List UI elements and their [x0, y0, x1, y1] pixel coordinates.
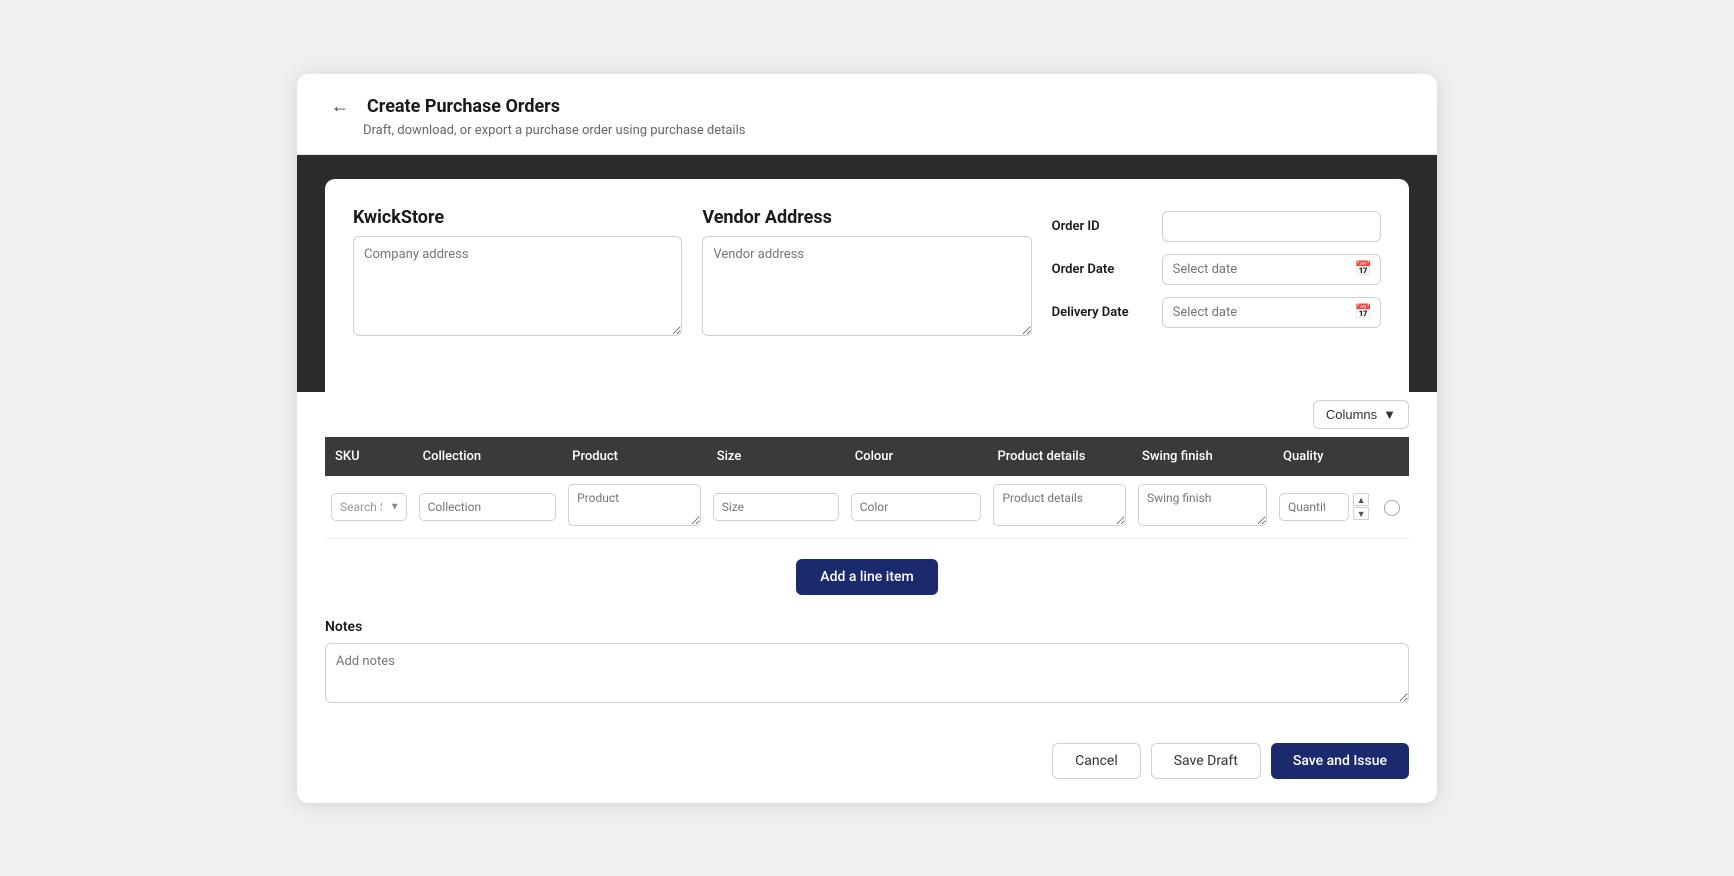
cell-colour	[845, 476, 988, 539]
order-date-label: Order Date	[1052, 262, 1152, 277]
columns-label: Columns	[1326, 407, 1377, 422]
cell-collection	[413, 476, 563, 539]
vendor-section: Vendor Address	[702, 207, 1031, 340]
delivery-date-row: Delivery Date 📅	[1052, 297, 1381, 328]
save-issue-button[interactable]: Save and Issue	[1271, 743, 1409, 779]
order-date-wrap: 📅	[1162, 254, 1381, 285]
product-input[interactable]	[568, 484, 701, 526]
columns-btn-row: Columns ▼	[325, 392, 1409, 437]
col-collection: Collection	[413, 437, 563, 476]
sku-select[interactable]: Search SKU	[331, 493, 407, 521]
dark-section: KwickStore Vendor Address Order ID Order…	[297, 155, 1437, 392]
inner-card: KwickStore Vendor Address Order ID Order…	[325, 179, 1409, 392]
company-address-input[interactable]	[353, 236, 682, 336]
form-top: KwickStore Vendor Address Order ID Order…	[353, 207, 1381, 340]
table-row: Search SKU ▼	[325, 476, 1409, 539]
main-card: ← Create Purchase Orders Draft, download…	[297, 74, 1437, 803]
cell-delete: ◯	[1375, 476, 1409, 539]
delivery-date-wrap: 📅	[1162, 297, 1381, 328]
quantity-wrap: ▲ ▼	[1279, 493, 1369, 521]
page-title: Create Purchase Orders	[367, 96, 560, 117]
chevron-down-icon: ▼	[1383, 407, 1396, 422]
delete-row-button[interactable]: ◯	[1381, 495, 1403, 519]
add-line-row: Add a line item	[325, 539, 1409, 603]
table-header-row: SKU Collection Product Size Colour Produ…	[325, 437, 1409, 476]
columns-button[interactable]: Columns ▼	[1313, 400, 1409, 429]
cancel-button[interactable]: Cancel	[1052, 743, 1141, 779]
col-product-details: Product details	[987, 437, 1132, 476]
save-draft-button[interactable]: Save Draft	[1151, 743, 1261, 779]
page-subtitle: Draft, download, or export a purchase or…	[363, 123, 1409, 138]
notes-input[interactable]	[325, 643, 1409, 703]
cell-swing-finish	[1132, 476, 1273, 539]
product-details-input[interactable]	[993, 484, 1126, 526]
cell-sku: Search SKU ▼	[325, 476, 413, 539]
line-items-table: SKU Collection Product Size Colour Produ…	[325, 437, 1409, 539]
col-product: Product	[562, 437, 707, 476]
company-name: KwickStore	[353, 207, 682, 228]
col-actions	[1375, 437, 1409, 476]
order-details-section: Order ID Order Date 📅 Delivery Date	[1052, 207, 1381, 340]
footer-row: Cancel Save Draft Save and Issue	[297, 727, 1437, 803]
quantity-decrement-btn[interactable]: ▼	[1353, 507, 1369, 520]
page-header: ← Create Purchase Orders Draft, download…	[297, 74, 1437, 155]
add-line-item-button[interactable]: Add a line item	[796, 559, 937, 595]
delivery-date-label: Delivery Date	[1052, 305, 1152, 320]
cell-quantity: ▲ ▼	[1273, 476, 1375, 539]
col-size: Size	[707, 437, 845, 476]
order-date-input[interactable]	[1162, 254, 1381, 285]
size-input[interactable]	[713, 493, 839, 521]
col-sku: SKU	[325, 437, 413, 476]
order-id-input[interactable]	[1162, 211, 1381, 242]
table-section: Columns ▼ SKU Collection Product Size Co…	[297, 392, 1437, 603]
sku-select-wrap: Search SKU ▼	[331, 493, 407, 521]
swing-finish-input[interactable]	[1138, 484, 1267, 526]
delivery-date-input[interactable]	[1162, 297, 1381, 328]
col-colour: Colour	[845, 437, 988, 476]
col-swing-finish: Swing finish	[1132, 437, 1273, 476]
cell-product	[562, 476, 707, 539]
quantity-spinners: ▲ ▼	[1353, 493, 1369, 520]
company-section: KwickStore	[353, 207, 682, 340]
collection-input[interactable]	[419, 493, 557, 521]
quantity-increment-btn[interactable]: ▲	[1353, 493, 1369, 506]
colour-input[interactable]	[851, 493, 982, 521]
vendor-title: Vendor Address	[702, 207, 1031, 228]
col-quality: Quality	[1273, 437, 1375, 476]
order-date-row: Order Date 📅	[1052, 254, 1381, 285]
notes-label: Notes	[325, 619, 1409, 635]
order-id-label: Order ID	[1052, 219, 1152, 234]
cell-size	[707, 476, 845, 539]
back-button[interactable]: ←	[325, 94, 355, 119]
cell-product-details	[987, 476, 1132, 539]
order-id-row: Order ID	[1052, 211, 1381, 242]
notes-section: Notes	[297, 603, 1437, 727]
quantity-input[interactable]	[1279, 493, 1349, 521]
vendor-address-input[interactable]	[702, 236, 1031, 336]
